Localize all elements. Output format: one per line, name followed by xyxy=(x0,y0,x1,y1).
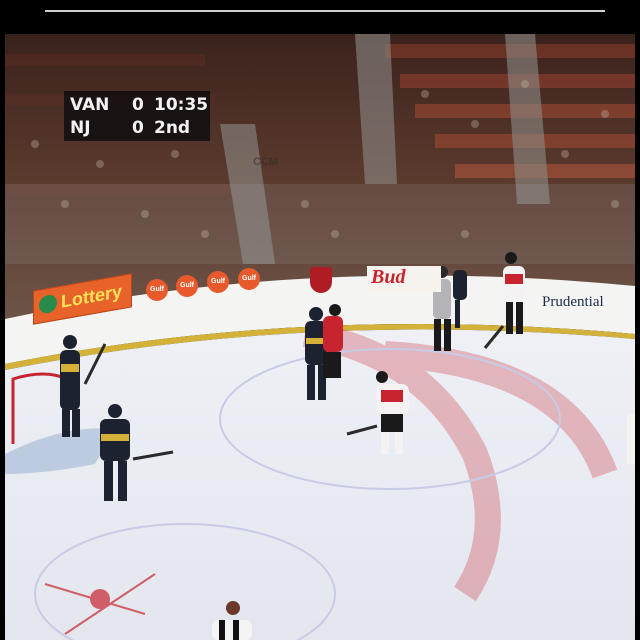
gulf-ad-3: Gulf xyxy=(207,271,229,293)
letterbox-line xyxy=(45,10,605,12)
letterbox-top xyxy=(0,0,640,34)
bud-ad-text: Bud xyxy=(371,266,406,288)
ccm-banner: CCM xyxy=(253,152,303,168)
lottery-logo-icon xyxy=(39,293,57,315)
gulf-ad-2-text: Gulf xyxy=(180,282,194,289)
gulf-ad-1: Gulf xyxy=(146,279,168,301)
away-score: 0 xyxy=(132,95,144,115)
prudential-ad-text: Prudential xyxy=(542,294,604,310)
gulf-ad-4: Gulf xyxy=(238,268,260,290)
score-row-home: NJ 0 2nd xyxy=(70,117,210,139)
home-team-label: NJ xyxy=(70,118,91,138)
bud-ad: Bud xyxy=(367,266,441,292)
gulf-ad-4-text: Gulf xyxy=(242,275,256,282)
gulf-ad-3-text: Gulf xyxy=(211,278,225,285)
gulf-ad-2: Gulf xyxy=(176,275,198,297)
nhl-shield-icon xyxy=(310,267,332,293)
gulf-ad-1-text: Gulf xyxy=(150,286,164,293)
glass-panels xyxy=(5,184,635,264)
score-row-away: VAN 0 10:35 xyxy=(70,94,210,116)
ccm-banner-text: CCM xyxy=(253,156,279,168)
away-team-label: VAN xyxy=(70,95,110,115)
player-edge-right xyxy=(627,414,635,464)
lottery-ad-text: Lottery xyxy=(61,281,123,312)
game-period: 2nd xyxy=(154,118,191,138)
score-bug: VAN 0 10:35 NJ 0 2nd xyxy=(64,91,210,141)
prudential-ad: Prudential xyxy=(540,292,630,314)
home-score: 0 xyxy=(132,118,144,138)
video-frame: Lottery Gulf Gulf Gulf Gulf Bud Prudenti… xyxy=(0,0,640,640)
game-clock: 10:35 xyxy=(154,95,209,115)
